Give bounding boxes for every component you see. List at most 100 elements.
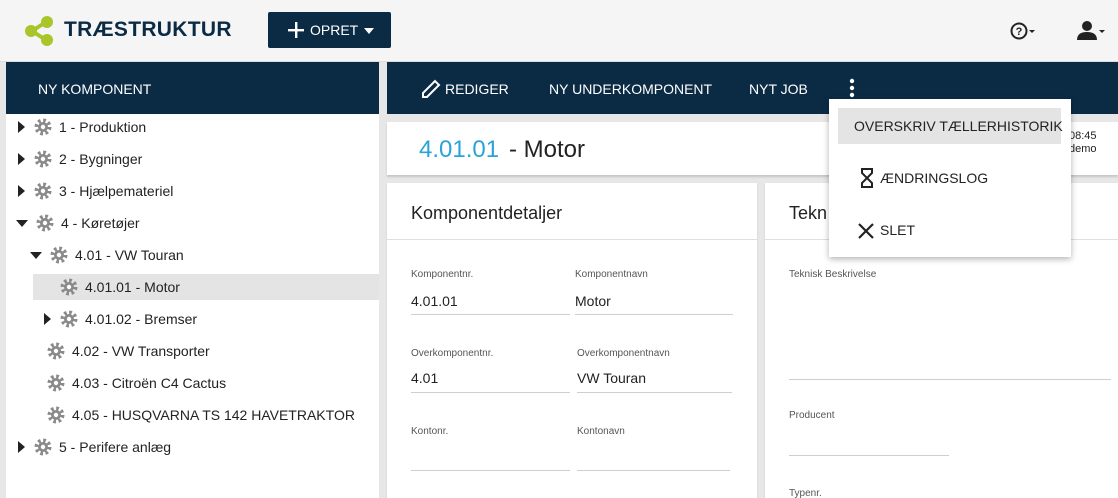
overkomponentnr-field[interactable]: 4.01 [411,370,438,386]
tree-item-label: 4.03 - Citroën C4 Cactus [72,375,227,391]
card-title: Tekn [789,203,828,223]
gear-icon [36,214,54,232]
field-underline [411,392,570,393]
tree-item[interactable]: 4.01 - VW Touran [30,242,184,268]
field-underline [789,455,949,456]
tree-item[interactable]: 4 - Køretøjer [16,210,140,236]
teknisk-beskrivelse-field[interactable] [789,287,1111,377]
komponentnavn-label: Komponentnavn [575,269,648,280]
overwrite-counter-history-item[interactable]: OVERSKRIV TÆLLERHISTORIK [838,108,1063,144]
component-name: - Motor [509,136,586,163]
kontonr-label: Kontonr. [411,426,449,437]
menu-item-label: SLET [880,222,916,238]
tree-item[interactable]: 4.01.02 - Bremser [44,306,197,332]
tree-item-selected[interactable]: 4.01.01 - Motor [33,274,379,300]
tree-item-label: 4.02 - VW Transporter [72,343,210,359]
gear-icon [47,406,65,424]
plus-icon [288,22,304,38]
overkomponentnavn-field[interactable]: VW Touran [577,370,646,386]
gear-icon [50,246,68,264]
card-title: Komponentdetaljer [411,203,563,223]
hourglass-icon [861,168,873,188]
typenr-label: Typenr. [789,488,822,498]
component-id: 4.01.01 [419,136,500,163]
more-vertical-icon[interactable] [848,78,856,98]
gear-icon [34,182,52,200]
tree-item[interactable]: 2 - Bygninger [18,146,142,172]
share-logo-icon[interactable] [24,16,54,46]
component-tree: 1 - Produktion 2 - Bygninger 3 - Hjælpem… [6,114,379,498]
divider [387,239,757,240]
kontonavn-label: Kontonavn [577,426,625,437]
field-underline [411,314,570,315]
change-log-item[interactable]: ÆNDRINGSLOG [838,160,1061,196]
top-bar: TRÆSTRUKTUR OPRET ? [0,0,1118,62]
create-button[interactable]: OPRET [268,12,391,48]
teknisk-beskrivelse-label: Teknisk Beskrivelse [789,269,877,280]
tree-item-label: 1 - Produktion [59,119,147,135]
overkomponentnavn-label: Overkomponentnavn [577,348,670,359]
producent-field[interactable] [789,431,949,451]
tree-item-label: 4.05 - HUSQVARNA TS 142 HAVETRAKTOR [72,407,355,423]
tree-item[interactable]: 1 - Produktion [18,114,146,140]
kontonavn-field[interactable] [577,447,730,467]
tree-item[interactable]: 4.05 - HUSQVARNA TS 142 HAVETRAKTOR [47,402,355,428]
pencil-icon[interactable] [420,78,442,100]
gear-icon [47,374,65,392]
gear-icon [34,150,52,168]
new-component-label: NY KOMPONENT [38,81,152,97]
tree-item-label: 3 - Hjælpemateriel [59,183,174,199]
app-title: TRÆSTRUKTUR [64,18,232,41]
overkomponentnr-label: Overkomponentnr. [411,348,494,359]
svg-text:?: ? [1016,26,1023,38]
producent-label: Producent [789,410,835,421]
component-details-card: Komponentdetaljer Komponentnr. 4.01.01 K… [387,183,757,498]
user-account-icon[interactable] [1076,20,1106,42]
close-icon [858,223,874,239]
tree-item[interactable]: 4.03 - Citroën C4 Cactus [47,370,226,396]
component-meta: 08:45 demo [1069,130,1097,156]
field-underline [789,379,1111,380]
new-component-button[interactable]: NY KOMPONENT [6,62,379,114]
tree-item-label: 5 - Perifere anlæg [59,439,172,455]
gear-icon [47,342,65,360]
expand-arrow-icon[interactable] [18,185,25,197]
kontonr-field[interactable] [411,447,570,467]
menu-item-label: OVERSKRIV TÆLLERHISTORIK [854,118,1063,134]
expand-arrow-icon[interactable] [18,121,25,133]
delete-item[interactable]: SLET [838,212,1061,248]
tree-item-label: 4.01.02 - Bremser [85,311,198,327]
tree-item[interactable]: 3 - Hjælpemateriel [18,178,173,204]
more-actions-menu: OVERSKRIV TÆLLERHISTORIK ÆNDRINGSLOG SLE… [829,99,1071,257]
expand-arrow-icon[interactable] [44,313,51,325]
field-underline [575,314,733,315]
tree-item[interactable]: 4.02 - VW Transporter [47,338,210,364]
tree-item-label: 4.01 - VW Touran [75,247,184,263]
chevron-down-icon [364,28,374,34]
help-icon[interactable]: ? [1010,22,1036,40]
field-underline [411,470,570,471]
collapse-arrow-icon[interactable] [30,251,42,259]
tree-item-label: 4.01.01 - Motor [85,279,180,295]
new-job-button[interactable]: NYT JOB [749,81,808,97]
tree-item-label: 2 - Bygninger [59,151,143,167]
menu-item-label: ÆNDRINGSLOG [880,170,989,186]
tree-item[interactable]: 5 - Perifere anlæg [18,434,171,460]
expand-arrow-icon[interactable] [18,441,25,453]
gear-icon [34,438,52,456]
meta-user: demo [1069,143,1097,155]
meta-time: 08:45 [1069,130,1097,142]
expand-arrow-icon[interactable] [18,153,25,165]
field-underline [577,392,732,393]
field-underline [577,470,730,471]
komponentnr-field[interactable]: 4.01.01 [411,293,458,309]
tree-item-label: 4 - Køretøjer [61,215,140,231]
edit-button[interactable]: REDIGER [445,81,509,97]
gear-icon [60,310,78,328]
gear-icon [60,278,78,296]
new-subcomponent-button[interactable]: NY UNDERKOMPONENT [549,81,712,97]
komponentnavn-field[interactable]: Motor [575,293,611,309]
collapse-arrow-icon[interactable] [16,219,28,227]
komponentnr-label: Komponentnr. [411,269,474,280]
create-button-label: OPRET [310,22,359,38]
